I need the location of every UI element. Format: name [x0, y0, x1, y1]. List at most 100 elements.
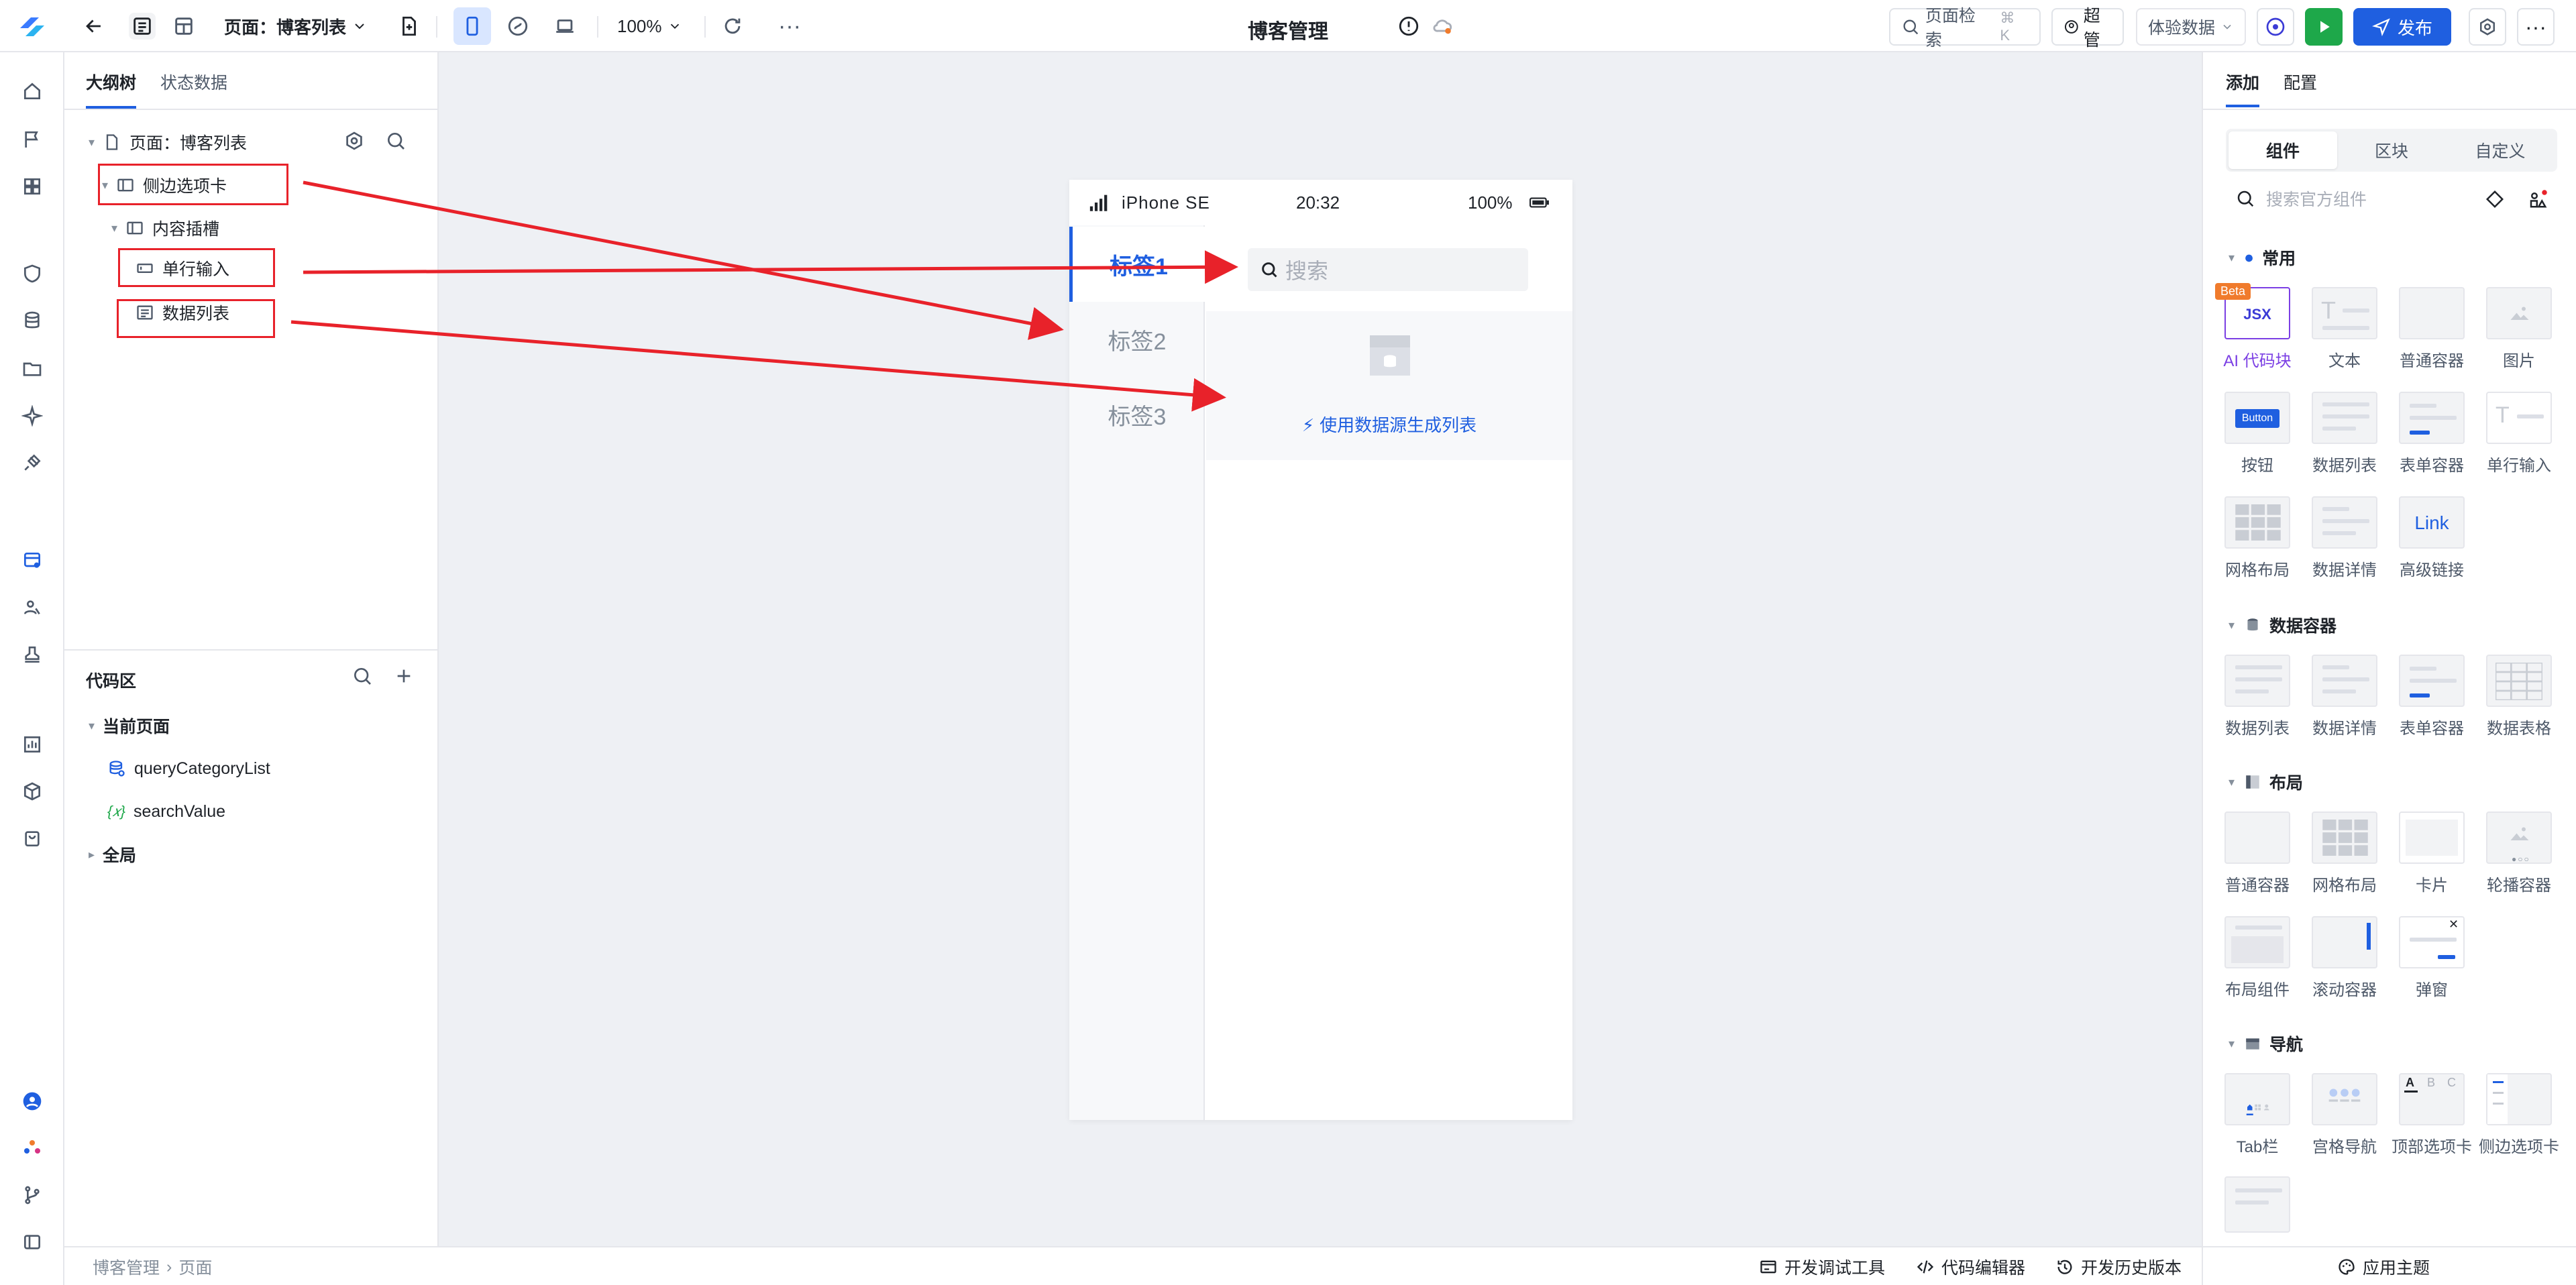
- segment-blocks[interactable]: 区块: [2337, 131, 2446, 169]
- segment-components[interactable]: 组件: [2229, 131, 2337, 169]
- refresh-button[interactable]: [719, 0, 746, 52]
- zoom-selector[interactable]: 100%: [617, 0, 682, 52]
- miniprogram-view-button[interactable]: [504, 0, 531, 52]
- comp-data-table[interactable]: 数据表格: [2475, 655, 2563, 738]
- rail-collapse[interactable]: [19, 1229, 46, 1255]
- comp-tab-bar[interactable]: Tab栏: [2214, 1073, 2301, 1157]
- publish-button[interactable]: 发布: [2353, 8, 2452, 46]
- section-nav[interactable]: ▾ 导航: [2229, 1031, 2303, 1056]
- code-group-current-page[interactable]: ▾ 当前页面: [89, 710, 170, 742]
- side-tab-2[interactable]: 标签2: [1069, 302, 1205, 377]
- rail-deploy[interactable]: [19, 641, 46, 668]
- tree-search-button[interactable]: [385, 130, 409, 154]
- rail-analytics[interactable]: [19, 731, 46, 758]
- comp-ai-code-block[interactable]: JSX Beta AI 代码块: [2214, 283, 2301, 371]
- theme-button[interactable]: 应用主题: [2337, 1247, 2430, 1285]
- section-common[interactable]: ▾ ● 常用: [2229, 245, 2296, 270]
- code-add-button[interactable]: [393, 665, 415, 690]
- code-group-global[interactable]: ▸ 全局: [89, 838, 136, 871]
- rail-users[interactable]: [19, 594, 46, 621]
- component-filter-button[interactable]: [2485, 189, 2505, 213]
- comp-layout-component[interactable]: 布局组件: [2214, 916, 2301, 1000]
- comp-advanced-link[interactable]: Link 高级链接: [2388, 496, 2475, 580]
- rail-cube[interactable]: [19, 778, 46, 805]
- side-tab-3[interactable]: 标签3: [1069, 377, 1205, 452]
- app-logo[interactable]: [16, 15, 48, 39]
- code-editor-button[interactable]: 代码编辑器: [1916, 1247, 2025, 1285]
- tab-state-data[interactable]: 状态数据: [160, 70, 227, 109]
- generate-list-link[interactable]: ⚡ 使用数据源生成列表: [1206, 412, 1572, 437]
- rail-plugin[interactable]: [19, 449, 46, 476]
- comp-data-detail-2[interactable]: 数据详情: [2301, 655, 2388, 738]
- rail-home[interactable]: [19, 78, 46, 105]
- comp-scroll-container[interactable]: 滚动容器: [2301, 916, 2388, 1000]
- page-selector[interactable]: 页面：博客列表: [224, 0, 368, 52]
- tree-node-data-list[interactable]: 数据列表: [136, 296, 229, 329]
- comp-top-tabs[interactable]: A B C 顶部选项卡: [2388, 1073, 2475, 1157]
- component-market-button[interactable]: [2528, 189, 2548, 213]
- tree-node-content-slot[interactable]: ▾ 内容插槽: [111, 212, 219, 244]
- comp-single-input[interactable]: T 单行输入: [2475, 392, 2563, 476]
- rail-ai[interactable]: [19, 402, 46, 429]
- page-search-button[interactable]: 页面检索 ⌘ K: [1889, 7, 2041, 50]
- history-button[interactable]: 开发历史版本: [2055, 1247, 2182, 1285]
- rail-components[interactable]: [19, 173, 46, 200]
- rail-pages[interactable]: [19, 547, 46, 574]
- experience-data-selector[interactable]: 体验数据: [2136, 8, 2246, 46]
- tree-node-single-input[interactable]: 单行输入: [136, 252, 229, 284]
- tree-node-side-tabs[interactable]: ▾ 侧边选项卡: [102, 169, 227, 201]
- info-button[interactable]: [1395, 0, 1422, 52]
- comp-card[interactable]: 卡片: [2388, 812, 2475, 895]
- breadcrumb-app[interactable]: 博客管理: [93, 1255, 160, 1279]
- node-settings-button[interactable]: [343, 130, 368, 154]
- layout-toggle[interactable]: [170, 0, 197, 52]
- comp-text[interactable]: T 文本: [2301, 287, 2388, 371]
- component-search-input[interactable]: 搜索官方组件: [2235, 186, 2367, 211]
- section-data-container[interactable]: ▾ 数据容器: [2229, 613, 2337, 637]
- rail-profile[interactable]: [19, 1088, 46, 1115]
- comp-carousel[interactable]: ●○○ 轮播容器: [2475, 812, 2563, 895]
- code-search-button[interactable]: [352, 665, 373, 690]
- rail-folder[interactable]: [19, 355, 46, 382]
- cloud-status[interactable]: [1429, 0, 1456, 52]
- desktop-view-button[interactable]: [551, 0, 578, 52]
- comp-container[interactable]: 普通容器: [2388, 287, 2475, 371]
- comp-layout-grid[interactable]: 网格布局: [2301, 812, 2388, 895]
- comp-form-container[interactable]: 表单容器: [2388, 392, 2475, 476]
- run-button[interactable]: [2305, 8, 2343, 46]
- tab-outline-tree[interactable]: 大纲树: [86, 70, 137, 109]
- tab-config[interactable]: 配置: [2284, 70, 2317, 107]
- add-page-button[interactable]: [396, 0, 423, 52]
- phone-data-list[interactable]: ⚡ 使用数据源生成列表: [1206, 311, 1572, 460]
- rail-security[interactable]: [19, 260, 46, 287]
- comp-grid-layout[interactable]: 网格布局: [2214, 496, 2301, 580]
- phone-search-input[interactable]: 搜索: [1248, 248, 1528, 291]
- comp-nav-more[interactable]: [2214, 1176, 2301, 1233]
- user-menu[interactable]: 超管: [2051, 7, 2124, 50]
- rail-database[interactable]: [19, 307, 46, 334]
- more-menu-button[interactable]: ···: [2517, 8, 2555, 46]
- comp-data-list-2[interactable]: 数据列表: [2214, 655, 2301, 738]
- comp-modal[interactable]: ✕ 弹窗: [2388, 916, 2475, 1000]
- rail-flag[interactable]: [19, 126, 46, 153]
- tree-node-page[interactable]: ▾ 页面：博客列表: [89, 126, 247, 158]
- comp-side-tabs[interactable]: 侧边选项卡: [2475, 1073, 2563, 1157]
- rail-git[interactable]: [19, 1182, 46, 1209]
- side-tab-1[interactable]: 标签1: [1069, 227, 1205, 302]
- comp-image[interactable]: 图片: [2475, 287, 2563, 371]
- rail-store[interactable]: [19, 825, 46, 852]
- rail-assistant[interactable]: [19, 1135, 46, 1162]
- code-item-query[interactable]: queryCategoryList: [107, 752, 270, 785]
- breadcrumb-page[interactable]: 页面: [178, 1255, 212, 1279]
- settings-button[interactable]: [2469, 8, 2506, 46]
- dev-tools-button[interactable]: 开发调试工具: [1759, 1247, 1885, 1285]
- section-layout[interactable]: ▾ 布局: [2229, 770, 2303, 794]
- comp-data-list[interactable]: 数据列表: [2301, 392, 2388, 476]
- comp-data-detail[interactable]: 数据详情: [2301, 496, 2388, 580]
- tab-add[interactable]: 添加: [2226, 70, 2260, 107]
- back-button[interactable]: [80, 0, 107, 52]
- more-button[interactable]: ···: [778, 0, 801, 52]
- comp-form-container-2[interactable]: 表单容器: [2388, 655, 2475, 738]
- mobile-view-button[interactable]: [453, 0, 491, 52]
- segment-custom[interactable]: 自定义: [2446, 131, 2555, 169]
